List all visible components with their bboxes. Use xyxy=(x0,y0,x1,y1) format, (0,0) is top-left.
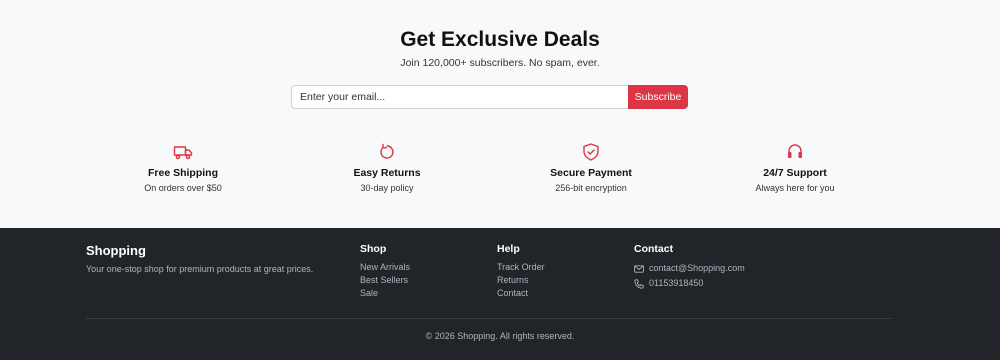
rotate-icon xyxy=(380,143,394,159)
footer-contact-heading: Contact xyxy=(634,243,674,255)
newsletter-form: Subscribe xyxy=(291,85,688,109)
newsletter-subtitle: Join 120,000+ subscribers. No spam, ever… xyxy=(400,57,600,69)
headset-icon xyxy=(788,144,802,158)
feature-description: Always here for you xyxy=(755,183,835,193)
footer-help-heading: Help xyxy=(497,243,520,255)
subscribe-button[interactable]: Subscribe xyxy=(628,85,688,109)
footer-link-sale[interactable]: Sale xyxy=(360,287,410,300)
newsletter-title: Get Exclusive Deals xyxy=(400,28,600,51)
footer-link-returns[interactable]: Returns xyxy=(497,274,545,287)
site-footer: Shopping Your one-stop shop for premium … xyxy=(0,228,1000,360)
shield-check-icon xyxy=(583,143,599,161)
footer-divider xyxy=(86,318,892,319)
feature-secure-payment: Secure Payment 256-bit encryption xyxy=(501,143,681,193)
contact-phone-text: 01153918450 xyxy=(649,278,704,288)
contact-email-text: contact@Shopping.com xyxy=(649,263,745,273)
envelope-icon xyxy=(634,264,644,273)
feature-easy-returns: Easy Returns 30-day policy xyxy=(297,143,477,193)
footer-shop-heading: Shop xyxy=(360,243,387,255)
feature-description: 30-day policy xyxy=(360,183,414,193)
footer-link-best-sellers[interactable]: Best Sellers xyxy=(360,274,410,287)
contact-email[interactable]: contact@Shopping.com xyxy=(634,261,745,276)
newsletter-section: Get Exclusive Deals Join 120,000+ subscr… xyxy=(0,0,1000,228)
footer-tagline: Your one-stop shop for premium products … xyxy=(86,264,314,274)
feature-title: Easy Returns xyxy=(353,167,421,179)
feature-description: On orders over $50 xyxy=(144,183,222,193)
contact-phone[interactable]: 01153918450 xyxy=(634,276,745,291)
feature-title: Free Shipping xyxy=(147,167,218,179)
feature-description: 256-bit encryption xyxy=(555,183,627,193)
phone-icon xyxy=(634,278,644,289)
footer-brand: Shopping xyxy=(86,243,146,258)
truck-icon xyxy=(173,146,193,160)
feature-title: Secure Payment xyxy=(550,167,632,179)
footer-shop-column: Shop New Arrivals Best Sellers Sale xyxy=(360,243,410,300)
feature-free-shipping: Free Shipping On orders over $50 xyxy=(93,143,273,193)
feature-title: 24/7 Support xyxy=(763,167,827,179)
footer-link-contact[interactable]: Contact xyxy=(497,287,545,300)
feature-support: 24/7 Support Always here for you xyxy=(705,143,885,193)
footer-link-track-order[interactable]: Track Order xyxy=(497,261,545,274)
footer-copyright: © 2026 Shopping. All rights reserved. xyxy=(425,331,575,341)
email-input[interactable] xyxy=(291,85,628,109)
footer-link-new-arrivals[interactable]: New Arrivals xyxy=(360,261,410,274)
features-row: Free Shipping On orders over $50 Easy Re… xyxy=(0,143,1000,203)
footer-contact-column: Contact contact@Shopping.com 01153918450 xyxy=(634,243,745,291)
footer-help-column: Help Track Order Returns Contact xyxy=(497,243,545,300)
